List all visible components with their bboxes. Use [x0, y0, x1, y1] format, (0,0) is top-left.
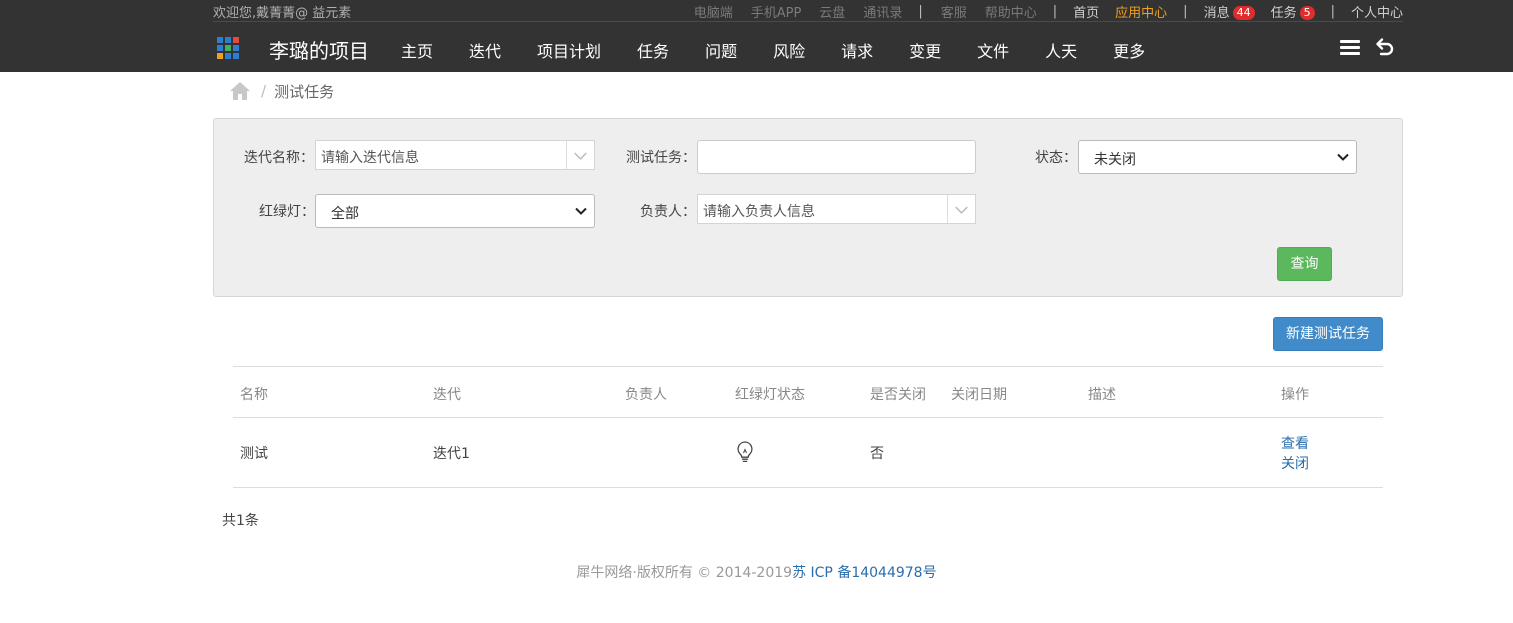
owner-label: 负责人： [640, 204, 696, 220]
test-task-label: 测试任务： [626, 150, 696, 166]
grid-dot [233, 45, 239, 51]
chevron-down-icon[interactable] [566, 141, 594, 169]
owner-placeholder: 请输入负责人信息 [703, 204, 815, 220]
status-selected-value: 未关闭 [1094, 152, 1136, 168]
cell-closed: 否 [870, 446, 884, 462]
link-messages[interactable]: 消息 44 [1204, 2, 1255, 21]
filter-panel: 迭代名称： 请输入迭代信息 测试任务： 状态： 未关闭 红绿灯： 全部 负责人：… [213, 118, 1403, 297]
new-test-task-button[interactable]: 新建测试任务 [1273, 317, 1383, 351]
main-nav: 李璐的项目 主页 迭代 项目计划 任务 问题 风险 请求 变更 文件 人天 更多 [213, 23, 1403, 72]
table-row: 测试 迭代1 否 查看 关闭 [233, 418, 1383, 488]
col-close-date-header: 关闭日期 [951, 387, 1007, 403]
col-closed-header: 是否关闭 [870, 387, 926, 403]
view-link[interactable]: 查看 [1281, 433, 1309, 453]
link-desktop[interactable]: 电脑端 [694, 2, 733, 21]
tasks-label: 任务 [1270, 6, 1297, 21]
link-customer-service[interactable]: 客服 [941, 2, 967, 21]
light-select[interactable]: 全部 [315, 194, 595, 228]
col-description-header: 描述 [1088, 387, 1116, 403]
breadcrumb-current: 测试任务 [274, 82, 335, 101]
col-iteration-header: 迭代 [433, 387, 461, 403]
iteration-placeholder: 请输入迭代信息 [321, 150, 419, 166]
col-name-header: 名称 [240, 387, 268, 403]
nav-item-man-day[interactable]: 人天 [1045, 38, 1077, 62]
footer: 犀牛网络·版权所有 © 2014-2019苏 ICP 备14044978号 [0, 562, 1513, 582]
cell-name: 测试 [240, 446, 268, 462]
messages-count-badge: 44 [1232, 6, 1255, 20]
grid-dot [233, 53, 239, 59]
link-app-center[interactable]: 应用中心 [1115, 2, 1167, 21]
divider: | [1183, 4, 1188, 19]
grid-dot [225, 45, 231, 51]
status-label: 状态： [1035, 150, 1077, 166]
light-selected-value: 全部 [331, 206, 359, 222]
nav-menu: 主页 迭代 项目计划 任务 问题 风险 请求 变更 文件 人天 更多 [401, 38, 1181, 62]
nav-item-more[interactable]: 更多 [1113, 38, 1145, 62]
grid-dot [225, 37, 231, 43]
messages-label: 消息 [1203, 6, 1230, 21]
close-link[interactable]: 关闭 [1281, 453, 1309, 473]
nav-item-change[interactable]: 变更 [909, 38, 941, 62]
col-light-status-header: 红绿灯状态 [735, 387, 805, 403]
owner-combobox[interactable]: 请输入负责人信息 [697, 194, 976, 224]
breadcrumb-separator: / [261, 82, 267, 100]
utility-links: 电脑端 手机APP 云盘 通讯录 | 客服 帮助中心 | 首页 应用中心 | 消… [676, 2, 1403, 21]
copyright-text: 犀牛网络·版权所有 © 2014-2019 [576, 565, 793, 581]
divider: | [918, 4, 923, 19]
total-count: 共1条 [222, 513, 259, 529]
nav-item-request[interactable]: 请求 [841, 38, 873, 62]
grid-dot [217, 45, 223, 51]
link-contacts[interactable]: 通讯录 [863, 2, 902, 21]
breadcrumb: / 测试任务 [229, 80, 334, 102]
status-select[interactable]: 未关闭 [1078, 140, 1357, 174]
test-task-input[interactable] [697, 140, 976, 174]
link-tasks[interactable]: 任务 5 [1271, 2, 1315, 21]
nav-item-file[interactable]: 文件 [977, 38, 1009, 62]
return-icon[interactable] [1373, 37, 1395, 59]
grid-dot [217, 37, 223, 43]
cell-iteration: 迭代1 [433, 446, 470, 462]
hamburger-menu-icon[interactable] [1340, 40, 1360, 56]
col-owner-header: 负责人 [625, 387, 667, 403]
tasks-count-badge: 5 [1299, 6, 1315, 20]
test-task-table: 名称 迭代 负责人 红绿灯状态 是否关闭 关闭日期 描述 操作 测试 迭代1 否… [233, 366, 1383, 488]
nav-item-issue[interactable]: 问题 [705, 38, 737, 62]
nav-item-task[interactable]: 任务 [637, 38, 669, 62]
bulb-icon [737, 441, 753, 463]
grid-dot [225, 53, 231, 59]
divider: | [1052, 4, 1058, 19]
link-help-center[interactable]: 帮助中心 [985, 2, 1037, 21]
divider: | [1330, 4, 1335, 19]
app-grid-icon[interactable] [217, 37, 239, 59]
iteration-label: 迭代名称： [244, 150, 314, 166]
nav-item-iteration[interactable]: 迭代 [469, 38, 501, 62]
nav-item-risk[interactable]: 风险 [773, 38, 805, 62]
grid-dot [217, 53, 223, 59]
chevron-down-icon [1337, 153, 1349, 161]
col-actions-header: 操作 [1281, 387, 1309, 403]
link-home[interactable]: 首页 [1073, 2, 1099, 21]
chevron-down-icon [575, 207, 587, 215]
utility-bar: 欢迎您,戴菁菁@ 益元素 电脑端 手机APP 云盘 通讯录 | 客服 帮助中心 … [213, 0, 1403, 22]
link-personal-center[interactable]: 个人中心 [1351, 2, 1403, 21]
top-navbar: 欢迎您,戴菁菁@ 益元素 电脑端 手机APP 云盘 通讯录 | 客服 帮助中心 … [0, 0, 1513, 72]
light-label: 红绿灯： [259, 204, 315, 220]
project-title[interactable]: 李璐的项目 [269, 35, 369, 64]
chevron-down-icon[interactable] [947, 195, 975, 223]
query-button[interactable]: 查询 [1277, 247, 1332, 281]
home-icon[interactable] [229, 80, 251, 102]
welcome-text: 欢迎您,戴菁菁@ 益元素 [213, 6, 352, 21]
iteration-combobox[interactable]: 请输入迭代信息 [315, 140, 595, 170]
grid-dot [233, 37, 239, 43]
link-mobile-app[interactable]: 手机APP [751, 2, 802, 21]
icp-link[interactable]: 苏 ICP 备14044978号 [792, 565, 937, 581]
link-cloud-disk[interactable]: 云盘 [819, 2, 845, 21]
table-header: 名称 迭代 负责人 红绿灯状态 是否关闭 关闭日期 描述 操作 [233, 366, 1383, 418]
nav-item-project-plan[interactable]: 项目计划 [537, 38, 601, 62]
nav-item-home[interactable]: 主页 [401, 38, 433, 62]
